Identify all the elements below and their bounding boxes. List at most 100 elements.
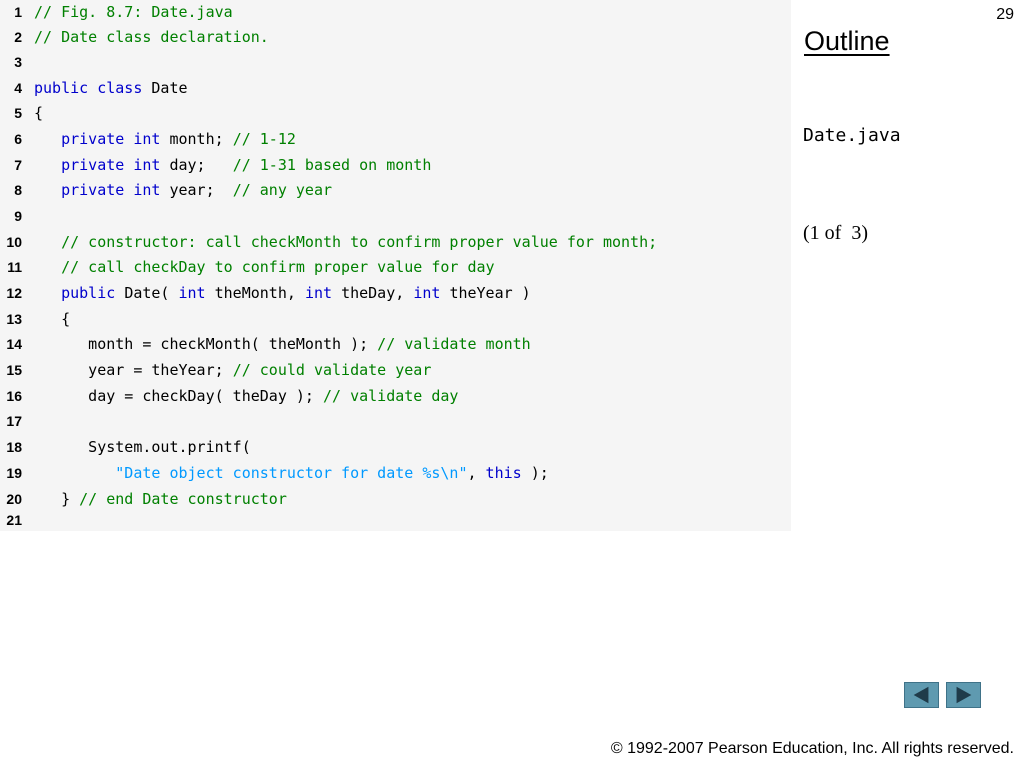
code-token: ); — [521, 464, 549, 482]
code-text: // Fig. 8.7: Date.java — [34, 0, 233, 25]
left-triangle-icon — [913, 686, 929, 704]
code-token: , — [467, 464, 486, 482]
code-token: day; — [169, 156, 233, 174]
code-line: 10 // constructor: call checkMonth to co… — [0, 230, 791, 255]
code-text: month = checkMonth( theMonth ); // valid… — [34, 332, 531, 357]
code-token: year = theYear; — [34, 361, 233, 379]
code-token: day = checkDay( theDay ); — [34, 387, 323, 405]
line-number: 11 — [7, 259, 22, 275]
comment-token: // 1-12 — [232, 130, 296, 148]
right-triangle-icon — [956, 686, 972, 704]
line-number: 7 — [14, 157, 22, 173]
comment-token: // Date class declaration. — [34, 28, 269, 46]
line-number: 2 — [14, 29, 22, 45]
keyword-token: private int — [61, 181, 170, 199]
line-number: 1 — [14, 4, 22, 20]
code-line: 1 // Fig. 8.7: Date.java — [0, 0, 791, 25]
code-token: year; — [169, 181, 233, 199]
code-text: "Date object constructor for date %s\n",… — [34, 461, 549, 486]
code-line: 9 — [0, 204, 791, 229]
code-text: public Date( int theMonth, int theDay, i… — [34, 281, 531, 306]
code-token: { — [34, 104, 44, 122]
code-text: private int month; // 1-12 — [34, 127, 296, 152]
line-number: 9 — [14, 208, 22, 224]
code-text: public class Date — [34, 76, 188, 101]
line-number: 4 — [14, 80, 22, 96]
code-line: 19 "Date object constructor for date %s\… — [0, 461, 791, 486]
code-line: 8 private int year; // any year — [0, 178, 791, 203]
code-token: Date( — [124, 284, 179, 302]
code-token: System.out.printf( — [34, 438, 251, 456]
code-line: 3 — [0, 50, 791, 75]
line-number: 8 — [14, 182, 22, 198]
code-token: Date — [151, 79, 188, 97]
code-text: // call checkDay to confirm proper value… — [34, 255, 495, 280]
code-text: private int year; // any year — [34, 178, 332, 203]
next-slide-button[interactable] — [946, 682, 981, 708]
code-line: 12 public Date( int theMonth, int theDay… — [0, 281, 791, 306]
code-line: 17 — [0, 409, 791, 434]
code-line: 2 // Date class declaration. — [0, 25, 791, 50]
code-text: private int day; // 1-31 based on month — [34, 153, 431, 178]
code-line: 13 { — [0, 307, 791, 332]
line-number: 15 — [6, 362, 22, 378]
code-token: theDay, — [341, 284, 414, 302]
line-number: 17 — [6, 413, 22, 429]
line-number: 13 — [6, 311, 22, 327]
code-line: 5{ — [0, 101, 791, 126]
code-token: month = checkMonth( theMonth ); — [34, 335, 378, 353]
line-number: 6 — [14, 131, 22, 147]
keyword-token: this — [485, 464, 522, 482]
line-number: 5 — [14, 105, 22, 121]
previous-slide-button[interactable] — [904, 682, 939, 708]
code-text: // constructor: call checkMonth to confi… — [34, 230, 657, 255]
line-number: 10 — [6, 234, 22, 250]
line-number: 19 — [6, 465, 22, 481]
page-indicator: (1 of 3) — [803, 222, 868, 244]
keyword-token: private int — [61, 130, 170, 148]
line-number: 18 — [6, 439, 22, 455]
code-text: day = checkDay( theDay ); // validate da… — [34, 384, 458, 409]
slide-number: 29 — [996, 6, 1014, 23]
code-line: 11 // call checkDay to confirm proper va… — [0, 255, 791, 280]
code-line: 21 — [0, 508, 791, 533]
keyword-token: public — [61, 284, 125, 302]
outline-link[interactable]: Outline — [804, 26, 890, 57]
keyword-token: int — [413, 284, 450, 302]
comment-token: // end Date constructor — [79, 490, 287, 508]
comment-token: // call checkDay to confirm proper value… — [61, 258, 495, 276]
comment-token: // validate day — [322, 387, 459, 405]
code-text: System.out.printf( — [34, 435, 251, 460]
comment-token: // Fig. 8.7: Date.java — [34, 3, 233, 21]
line-number: 3 — [14, 54, 22, 70]
file-name-label: Date.java — [803, 125, 901, 146]
code-line: 15 year = theYear; // could validate yea… — [0, 358, 791, 383]
code-line: 18 System.out.printf( — [0, 435, 791, 460]
comment-token: // could validate year — [232, 361, 432, 379]
code-token: month; — [169, 130, 233, 148]
line-number: 14 — [6, 336, 22, 352]
code-text: // Date class declaration. — [34, 25, 269, 50]
line-number: 21 — [6, 512, 22, 528]
code-line: 16 day = checkDay( theDay ); // validate… — [0, 384, 791, 409]
code-line: 6 private int month; // 1-12 — [0, 127, 791, 152]
code-text: { — [34, 307, 70, 332]
keyword-token: public class — [34, 79, 152, 97]
keyword-token: private int — [61, 156, 170, 174]
code-token: { — [34, 310, 71, 328]
code-line: 7 private int day; // 1-31 based on mont… — [0, 153, 791, 178]
code-text: year = theYear; // could validate year — [34, 358, 431, 383]
code-listing-panel: 1 // Fig. 8.7: Date.java 2 // Date class de… — [0, 0, 791, 531]
keyword-token: int — [178, 284, 215, 302]
code-text: { — [34, 101, 43, 126]
code-line: 14 month = checkMonth( theMonth ); // va… — [0, 332, 791, 357]
comment-token: // validate month — [377, 335, 531, 353]
code-token: theMonth, — [214, 284, 305, 302]
code-token: } — [34, 490, 80, 508]
